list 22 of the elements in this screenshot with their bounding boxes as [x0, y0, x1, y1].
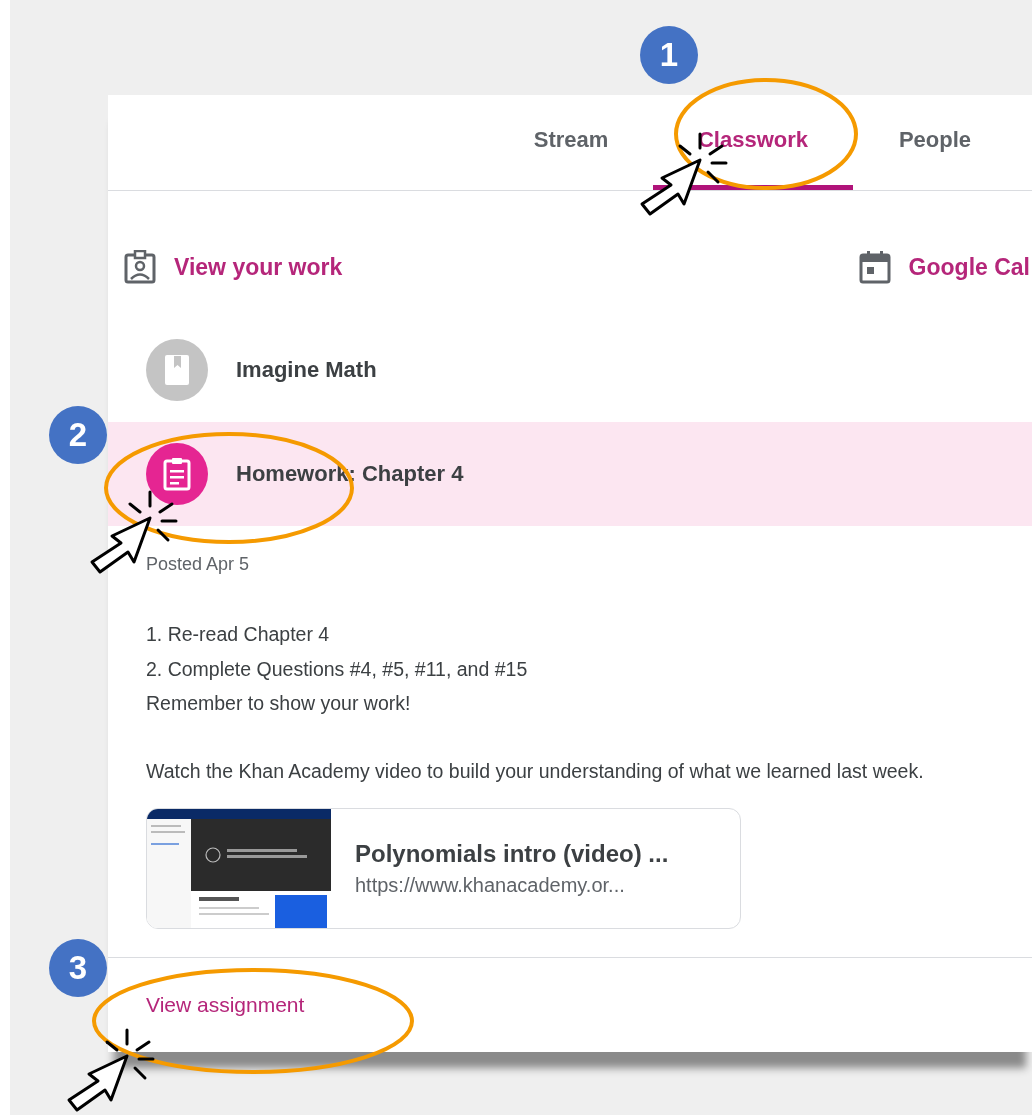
description-text: Watch the Khan Academy video to build your understanding of what we learned last week.	[146, 758, 925, 784]
action-label: Google Cal	[908, 253, 1030, 281]
calendar-icon	[858, 250, 891, 284]
action-link[interactable]: View your work	[124, 250, 343, 284]
tab[interactable]: Stream	[511, 95, 631, 190]
book-icon	[164, 354, 190, 386]
topic-title: Imagine Math	[236, 357, 377, 383]
badge-portrait-icon	[124, 250, 156, 284]
step-number-badge: 1	[640, 26, 698, 84]
posted-date: Posted Apr 5	[146, 554, 251, 575]
description-text: 1. Re-read Chapter 4 2. Complete Questions #4, #5, #11, and #15 Remember to show your work!	[146, 622, 529, 716]
step-number-badge: 3	[49, 939, 107, 997]
clipboard-icon	[163, 457, 191, 491]
link-attachment-card[interactable]: Polynomials intro (video) ... https://www.khanacademy.or...	[146, 808, 741, 929]
attachment-url: https://www.khanacademy.or...	[355, 874, 626, 897]
view-assignment-link[interactable]: View assignment	[146, 993, 305, 1017]
attachment-title: Polynomials intro (video) ...	[355, 840, 669, 868]
action-link[interactable]: Google Cal	[858, 250, 1030, 284]
action-label: View your work	[174, 253, 343, 281]
tab[interactable]: People	[875, 95, 995, 190]
step-number-badge: 2	[49, 406, 107, 464]
topic-row[interactable]: Imagine Math	[108, 318, 1032, 422]
